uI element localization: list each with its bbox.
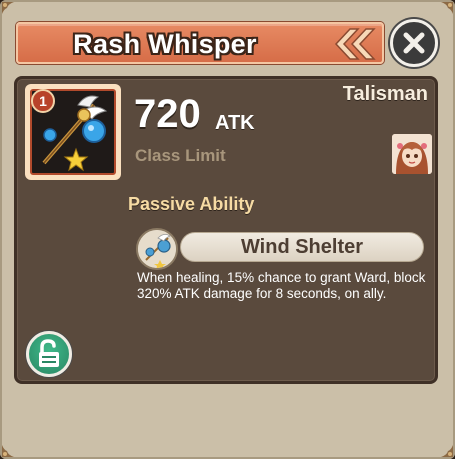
lock-toggle-button[interactable] (26, 331, 72, 377)
skill-name: Wind Shelter (240, 236, 364, 258)
level-badge: 1 (31, 89, 55, 113)
hero-portrait-icon (392, 134, 432, 174)
frame-corner-ornament (0, 0, 22, 22)
skill-name-banner: Wind Shelter (180, 232, 424, 262)
class-limit-label: Class Limit (135, 146, 226, 165)
wind-shelter-icon (136, 228, 178, 270)
close-button[interactable] (390, 19, 438, 67)
frame-corner-ornament (433, 437, 455, 459)
double-chevron-icon (334, 28, 376, 60)
atk-value: 720 (134, 92, 201, 136)
skill-description: When healing, 15% chance to grant Ward, … (137, 270, 426, 301)
close-icon (403, 32, 425, 54)
title-banner: Rash Whisper (16, 22, 384, 64)
item-type-label: Talisman (342, 83, 428, 105)
unlock-icon (39, 339, 59, 367)
passive-ability-heading: Passive Ability (128, 194, 255, 214)
item-title: Rash Whisper (73, 29, 257, 59)
frame-corner-ornament (433, 0, 455, 22)
atk-unit-label: ATK (215, 112, 255, 134)
frame-corner-ornament (0, 437, 22, 459)
